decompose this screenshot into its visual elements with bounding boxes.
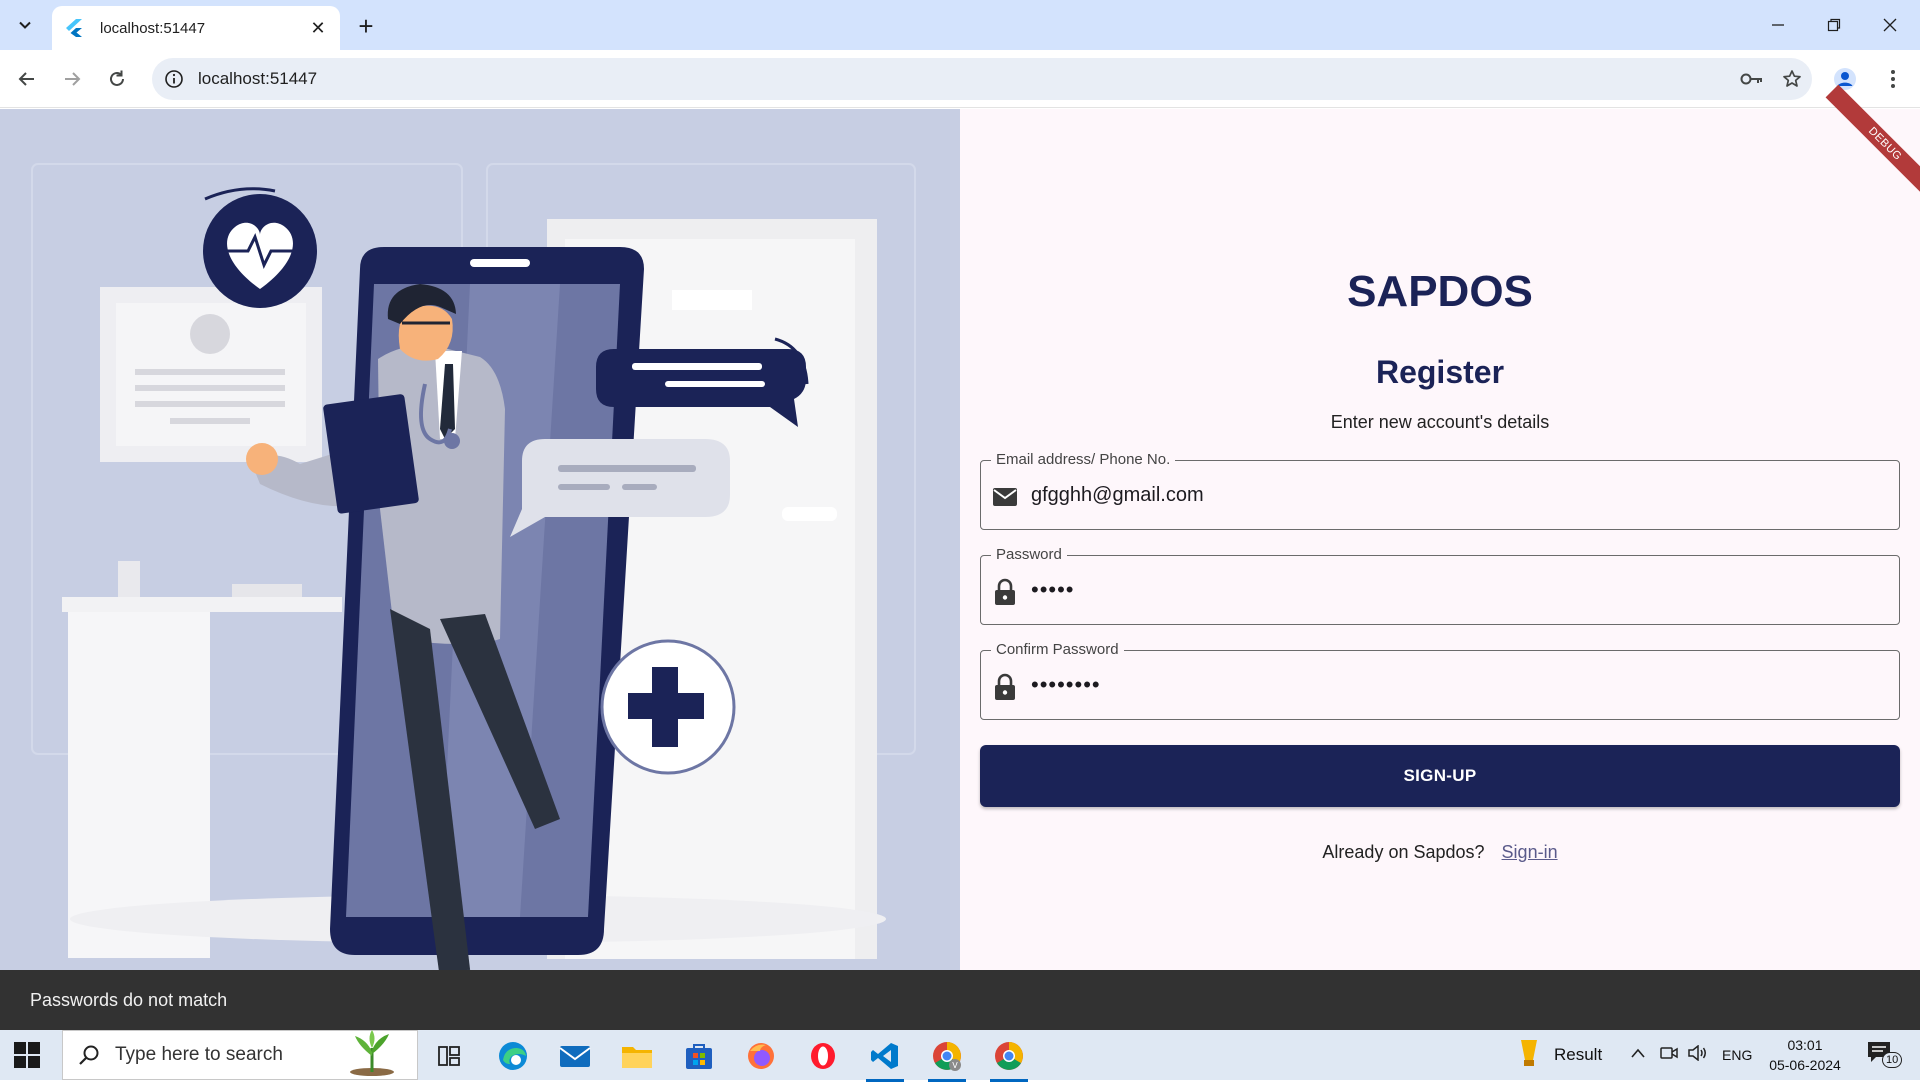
meet-camera-icon[interactable] (1660, 1045, 1678, 1066)
email-field-label: Email address/ Phone No. (991, 451, 1176, 468)
mail-icon (991, 483, 1019, 511)
register-panel: DEBUG SAPDOS Register Enter new account'… (960, 84, 1920, 970)
volume-icon[interactable] (1688, 1043, 1708, 1066)
clock-date: 05-06-2024 (1769, 1057, 1841, 1073)
email-field[interactable]: Email address/ Phone No. gfgghh@gmail.co… (980, 451, 1900, 530)
new-tab-button[interactable]: + (352, 12, 380, 40)
confirm-password-field-value: •••••••• (1031, 672, 1101, 697)
search-placeholder: Type here to search (115, 1044, 283, 1065)
chrome-profile-icon[interactable]: V (922, 1036, 972, 1082)
show-hidden-icons-icon[interactable] (1630, 1046, 1646, 1064)
close-icon (1883, 18, 1897, 32)
svg-text:V: V (952, 1061, 958, 1070)
forward-arrow-icon (65, 72, 81, 86)
minimize-icon (1772, 24, 1784, 26)
app-viewport: DEBUG SAPDOS Register Enter new account'… (0, 84, 1920, 1030)
lock-icon (991, 673, 1019, 701)
form-subtitle: Enter new account's details (1330, 412, 1550, 432)
already-text: Already on Sapdos? (1322, 842, 1485, 862)
notification-center[interactable]: 10 (1866, 1030, 1903, 1080)
edge-browser-icon[interactable] (488, 1036, 538, 1076)
browser-menu-icon[interactable] (1876, 62, 1910, 96)
password-field-value: ••••• (1031, 577, 1075, 602)
back-button[interactable] (10, 62, 44, 96)
browser-tab[interactable]: localhost:51447 ✕ (52, 6, 340, 50)
site-info-icon[interactable] (162, 67, 186, 91)
weather-label: Result (1554, 1045, 1603, 1064)
windows-taskbar: Type here to search V Result ENG 03:01 0… (0, 1029, 1920, 1082)
tab-title: localhost:51447 (100, 19, 206, 37)
form-title: Register (1375, 354, 1505, 390)
browser-toolbar: localhost:51447 (0, 50, 1920, 108)
confirm-password-field-label: Confirm Password (991, 641, 1124, 658)
signin-link[interactable]: Sign-in (1502, 842, 1558, 862)
reload-button[interactable] (100, 62, 134, 96)
flutter-icon (64, 18, 84, 38)
app-logo-title: SAPDOS (1347, 267, 1533, 316)
search-icon (77, 1043, 101, 1067)
restore-button[interactable] (1806, 0, 1862, 50)
bookmark-star-icon[interactable] (1772, 59, 1812, 99)
language-indicator[interactable]: ENG (1722, 1047, 1752, 1063)
notification-icon: 10 (1866, 1040, 1903, 1070)
vscode-icon[interactable] (860, 1036, 910, 1082)
signin-prompt: Already on Sapdos? Sign-in (960, 842, 1920, 863)
url-text: localhost:51447 (198, 69, 318, 88)
email-field-value: gfgghh@gmail.com (1031, 484, 1204, 506)
lock-icon (991, 578, 1019, 606)
opera-icon[interactable] (798, 1036, 848, 1076)
signup-button[interactable]: SIGN-UP (980, 745, 1900, 807)
taskbar-search-box[interactable]: Type here to search (62, 1029, 418, 1081)
confirm-password-field[interactable]: Confirm Password •••••••• (980, 641, 1900, 720)
weather-widget[interactable]: Result (1518, 1030, 1602, 1080)
error-snackbar: Passwords do not match (0, 970, 1920, 1030)
microsoft-store-icon[interactable] (674, 1036, 724, 1076)
system-tray: ENG (1630, 1030, 1752, 1080)
chevron-down-icon (19, 21, 31, 29)
close-tab-icon[interactable]: ✕ (308, 18, 328, 38)
restore-icon (1827, 18, 1841, 32)
password-key-icon[interactable] (1732, 59, 1772, 99)
firefox-icon[interactable] (736, 1036, 786, 1076)
windows-start-icon[interactable] (14, 1042, 40, 1068)
password-field[interactable]: Password ••••• (980, 546, 1900, 625)
doctor-phone-illustration (31, 163, 916, 970)
tab-search-dropdown[interactable] (8, 10, 42, 40)
chrome-icon[interactable] (984, 1036, 1034, 1082)
clock-time: 03:01 (1787, 1037, 1823, 1053)
task-view-icon[interactable] (424, 1036, 474, 1076)
forward-button[interactable] (55, 62, 89, 96)
back-arrow-icon (18, 72, 34, 86)
snackbar-message: Passwords do not match (30, 989, 228, 1010)
minimize-button[interactable] (1750, 0, 1806, 50)
trophy-icon (1518, 1038, 1540, 1073)
plant-icon (347, 1029, 397, 1081)
mail-app-icon[interactable] (550, 1036, 600, 1076)
doctor-illustration (0, 109, 960, 970)
file-explorer-icon[interactable] (612, 1036, 662, 1076)
notification-count: 10 (1882, 1052, 1903, 1068)
password-field-label: Password (991, 546, 1067, 563)
close-window-button[interactable] (1862, 0, 1918, 50)
reload-icon (110, 70, 124, 86)
address-bar[interactable]: localhost:51447 (152, 58, 1812, 100)
browser-tabbar: localhost:51447 ✕ + (0, 0, 1920, 50)
system-clock[interactable]: 03:01 05-06-2024 (1760, 1035, 1850, 1075)
